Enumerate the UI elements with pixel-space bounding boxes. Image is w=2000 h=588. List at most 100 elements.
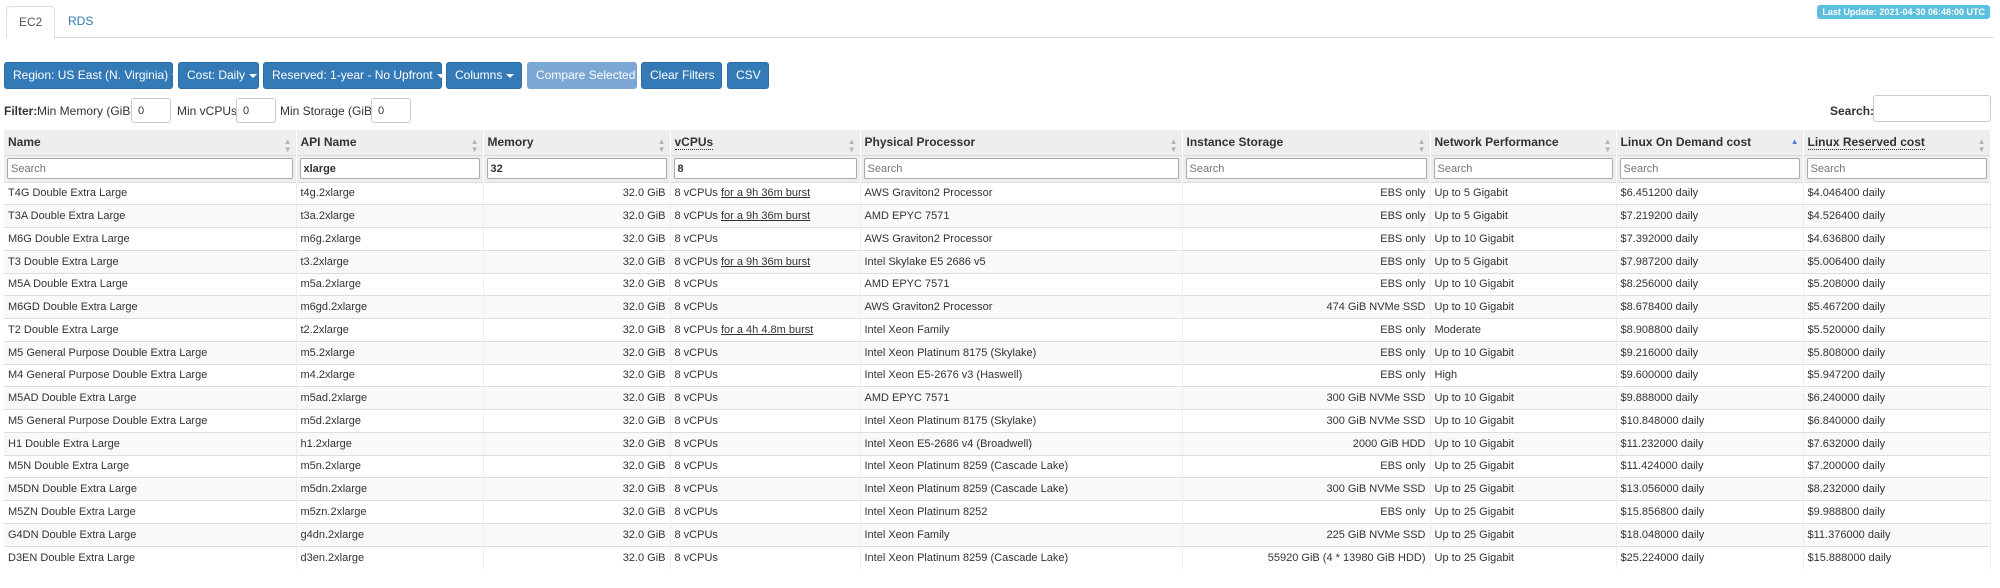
cell-linux-reserved-cost: $5.208000 daily: [1803, 272, 1991, 296]
cell-linux-reserved-cost: $5.520000 daily: [1803, 318, 1991, 342]
instance-type-tabs: EC2 RDS: [6, 0, 1994, 39]
cell-vcpus: 8 vCPUs: [670, 272, 861, 296]
caret-down-icon: [436, 73, 445, 78]
cell-name: T3A Double Extra Large: [4, 204, 297, 228]
column-header-physical-processor[interactable]: Physical Processor ▲ ▼: [860, 130, 1183, 155]
table-row[interactable]: T3A Double Extra Large t3a.2xlarge 32.0 Gi…: [4, 204, 1991, 228]
cell-name: M5 General Purpose Double Extra Large: [4, 340, 297, 364]
vcpus-search-input[interactable]: [673, 158, 857, 179]
cell-network-performance: Up to 10 Gigabit: [1430, 227, 1617, 251]
table-row[interactable]: M5DN Double Extra Large m5dn.2xlarge 32.0 …: [4, 477, 1991, 501]
column-search-row: [4, 154, 1991, 182]
table-row[interactable]: M6G Double Extra Large m6g.2xlarge 32.0 Gi…: [4, 227, 1991, 251]
vcpus-value: 8 vCPUs: [674, 551, 718, 564]
burst-link[interactable]: for a 4h 4.8m burst: [721, 324, 813, 336]
cell-network-performance: Up to 10 Gigabit: [1430, 431, 1617, 455]
cell-linux-on-demand-cost: $8.678400 daily: [1616, 295, 1804, 319]
cell-network-performance: Up to 25 Gigabit: [1430, 477, 1617, 501]
table-row[interactable]: M6GD Double Extra Large m6gd.2xlarge 32.0 …: [4, 295, 1991, 319]
burst-link[interactable]: for a 9h 36m burst: [721, 210, 810, 222]
column-header-vcpus[interactable]: vCPUs ▲ ▼: [670, 130, 861, 155]
cell-name: G4DN Double Extra Large: [4, 522, 297, 546]
network-search-input[interactable]: [1433, 158, 1613, 179]
processor-search-input[interactable]: [863, 158, 1179, 179]
table-row[interactable]: M4 General Purpose Double Extra Large m4.…: [4, 363, 1991, 387]
table-row[interactable]: T3 Double Extra Large t3.2xlarge 32.0 GiB 8…: [4, 249, 1991, 273]
cell-network-performance: Up to 10 Gigabit: [1430, 409, 1617, 433]
column-header-name[interactable]: Name ▲ ▼: [4, 130, 297, 155]
table-row[interactable]: T2 Double Extra Large t2.2xlarge 32.0 GiB 8…: [4, 318, 1991, 342]
cell-network-performance: High: [1430, 363, 1617, 387]
tab-rds[interactable]: RDS: [56, 6, 105, 39]
burst-link[interactable]: for a 9h 36m burst: [721, 187, 810, 199]
table-row[interactable]: H1 Double Extra Large h1.2xlarge 32.0 GiB 8…: [4, 431, 1991, 455]
compare-selected-button[interactable]: Compare Selected: [527, 62, 637, 89]
reserved-dropdown-button[interactable]: Reserved: 1-year - No Upfront: [263, 62, 445, 89]
min-storage-input[interactable]: [371, 98, 411, 123]
cell-api-name: m5ad.2xlarge: [296, 386, 484, 410]
column-header-api-name[interactable]: API Name ▲ ▼: [296, 130, 484, 155]
cell-linux-reserved-cost: $5.808000 daily: [1803, 340, 1991, 364]
name-search-input[interactable]: [7, 158, 293, 179]
column-header-instance-storage[interactable]: Instance Storage ▲ ▼: [1182, 130, 1431, 155]
vcpus-value: 8 vCPUs: [674, 414, 718, 427]
cell-api-name: t3.2xlarge: [296, 249, 484, 273]
table-body: T4G Double Extra Large t4g.2xlarge 32.0 Gi…: [4, 181, 1991, 569]
cell-vcpus: 8 vCPUs: [670, 227, 861, 251]
table-row[interactable]: T4G Double Extra Large t4g.2xlarge 32.0 Gi…: [4, 181, 1991, 205]
burst-link[interactable]: for a 9h 36m burst: [721, 256, 810, 268]
min-memory-input[interactable]: [131, 98, 171, 123]
cell-linux-on-demand-cost: $18.048000 daily: [1616, 522, 1804, 546]
cell-instance-storage: 474 GiB NVMe SSD: [1182, 295, 1431, 319]
storage-search-input[interactable]: [1185, 158, 1427, 179]
csv-button[interactable]: CSV: [727, 62, 769, 89]
cell-physical-processor: Intel Xeon Platinum 8175 (Skylake): [860, 340, 1183, 364]
cell-network-performance: Up to 25 Gigabit: [1430, 454, 1617, 478]
table-row[interactable]: D3EN Double Extra Large d3en.2xlarge 32.0 …: [4, 545, 1991, 569]
caret-down-icon: [249, 73, 258, 78]
cell-physical-processor: Intel Xeon E5-2676 v3 (Haswell): [860, 363, 1183, 387]
cell-linux-reserved-cost: $4.636800 daily: [1803, 227, 1991, 251]
table-row[interactable]: M5 General Purpose Double Extra Large m5d…: [4, 409, 1991, 433]
vcpus-value: 8 vCPUs: [674, 210, 718, 223]
min-vcpus-input[interactable]: [236, 98, 276, 123]
table-row[interactable]: M5 General Purpose Double Extra Large m5.…: [4, 340, 1991, 364]
table-row[interactable]: M5N Double Extra Large m5n.2xlarge 32.0 Gi…: [4, 454, 1991, 478]
column-header-memory[interactable]: Memory ▲ ▼: [483, 130, 671, 155]
column-header-network-performance[interactable]: Network Performance ▲ ▼: [1430, 130, 1617, 155]
column-header-linux-on-demand-cost[interactable]: Linux On Demand cost ▲: [1616, 130, 1804, 155]
table-row[interactable]: M5A Double Extra Large m5a.2xlarge 32.0 Gi…: [4, 272, 1991, 296]
cell-vcpus: 8 vCPUs: [670, 295, 861, 319]
cell-api-name: m5dn.2xlarge: [296, 477, 484, 501]
cell-network-performance: Up to 10 Gigabit: [1430, 272, 1617, 296]
cell-linux-reserved-cost: $8.232000 daily: [1803, 477, 1991, 501]
cell-api-name: m5.2xlarge: [296, 340, 484, 364]
region-dropdown-button[interactable]: Region: US East (N. Virginia): [4, 62, 181, 89]
cell-physical-processor: Intel Xeon Platinum 8175 (Skylake): [860, 409, 1183, 433]
on-demand-cost-search-input[interactable]: [1619, 158, 1800, 179]
cell-memory: 32.0 GiB: [483, 181, 671, 205]
table-row[interactable]: M5ZN Double Extra Large m5zn.2xlarge 32.0 …: [4, 500, 1991, 524]
cell-name: M5AD Double Extra Large: [4, 386, 297, 410]
min-storage-label: Min Storage (GiB):: [280, 104, 380, 118]
cell-linux-on-demand-cost: $8.908800 daily: [1616, 318, 1804, 342]
clear-filters-button[interactable]: Clear Filters: [641, 62, 722, 89]
cell-network-performance: Up to 5 Gigabit: [1430, 204, 1617, 228]
cell-memory: 32.0 GiB: [483, 477, 671, 501]
reserved-cost-search-input[interactable]: [1806, 158, 1987, 179]
sort-icon: ▲ ▼: [1977, 137, 1986, 154]
column-header-linux-reserved-cost[interactable]: Linux Reserved cost ▲ ▼: [1803, 130, 1991, 155]
api-name-search-input[interactable]: [299, 158, 480, 179]
global-search-input[interactable]: [1873, 95, 1991, 122]
table-row[interactable]: G4DN Double Extra Large g4dn.2xlarge 32.0 …: [4, 522, 1991, 546]
table-row[interactable]: M5AD Double Extra Large m5ad.2xlarge 32.0 …: [4, 386, 1991, 410]
cell-vcpus: 8 vCPUs: [670, 340, 861, 364]
tab-ec2[interactable]: EC2: [6, 6, 56, 39]
memory-search-input[interactable]: [486, 158, 667, 179]
cell-memory: 32.0 GiB: [483, 227, 671, 251]
cell-instance-storage: EBS only: [1182, 249, 1431, 273]
cost-dropdown-button[interactable]: Cost: Daily: [178, 62, 259, 89]
columns-dropdown-button[interactable]: Columns: [446, 62, 522, 89]
cell-name: M5N Double Extra Large: [4, 454, 297, 478]
cell-instance-storage: 2000 GiB HDD: [1182, 431, 1431, 455]
